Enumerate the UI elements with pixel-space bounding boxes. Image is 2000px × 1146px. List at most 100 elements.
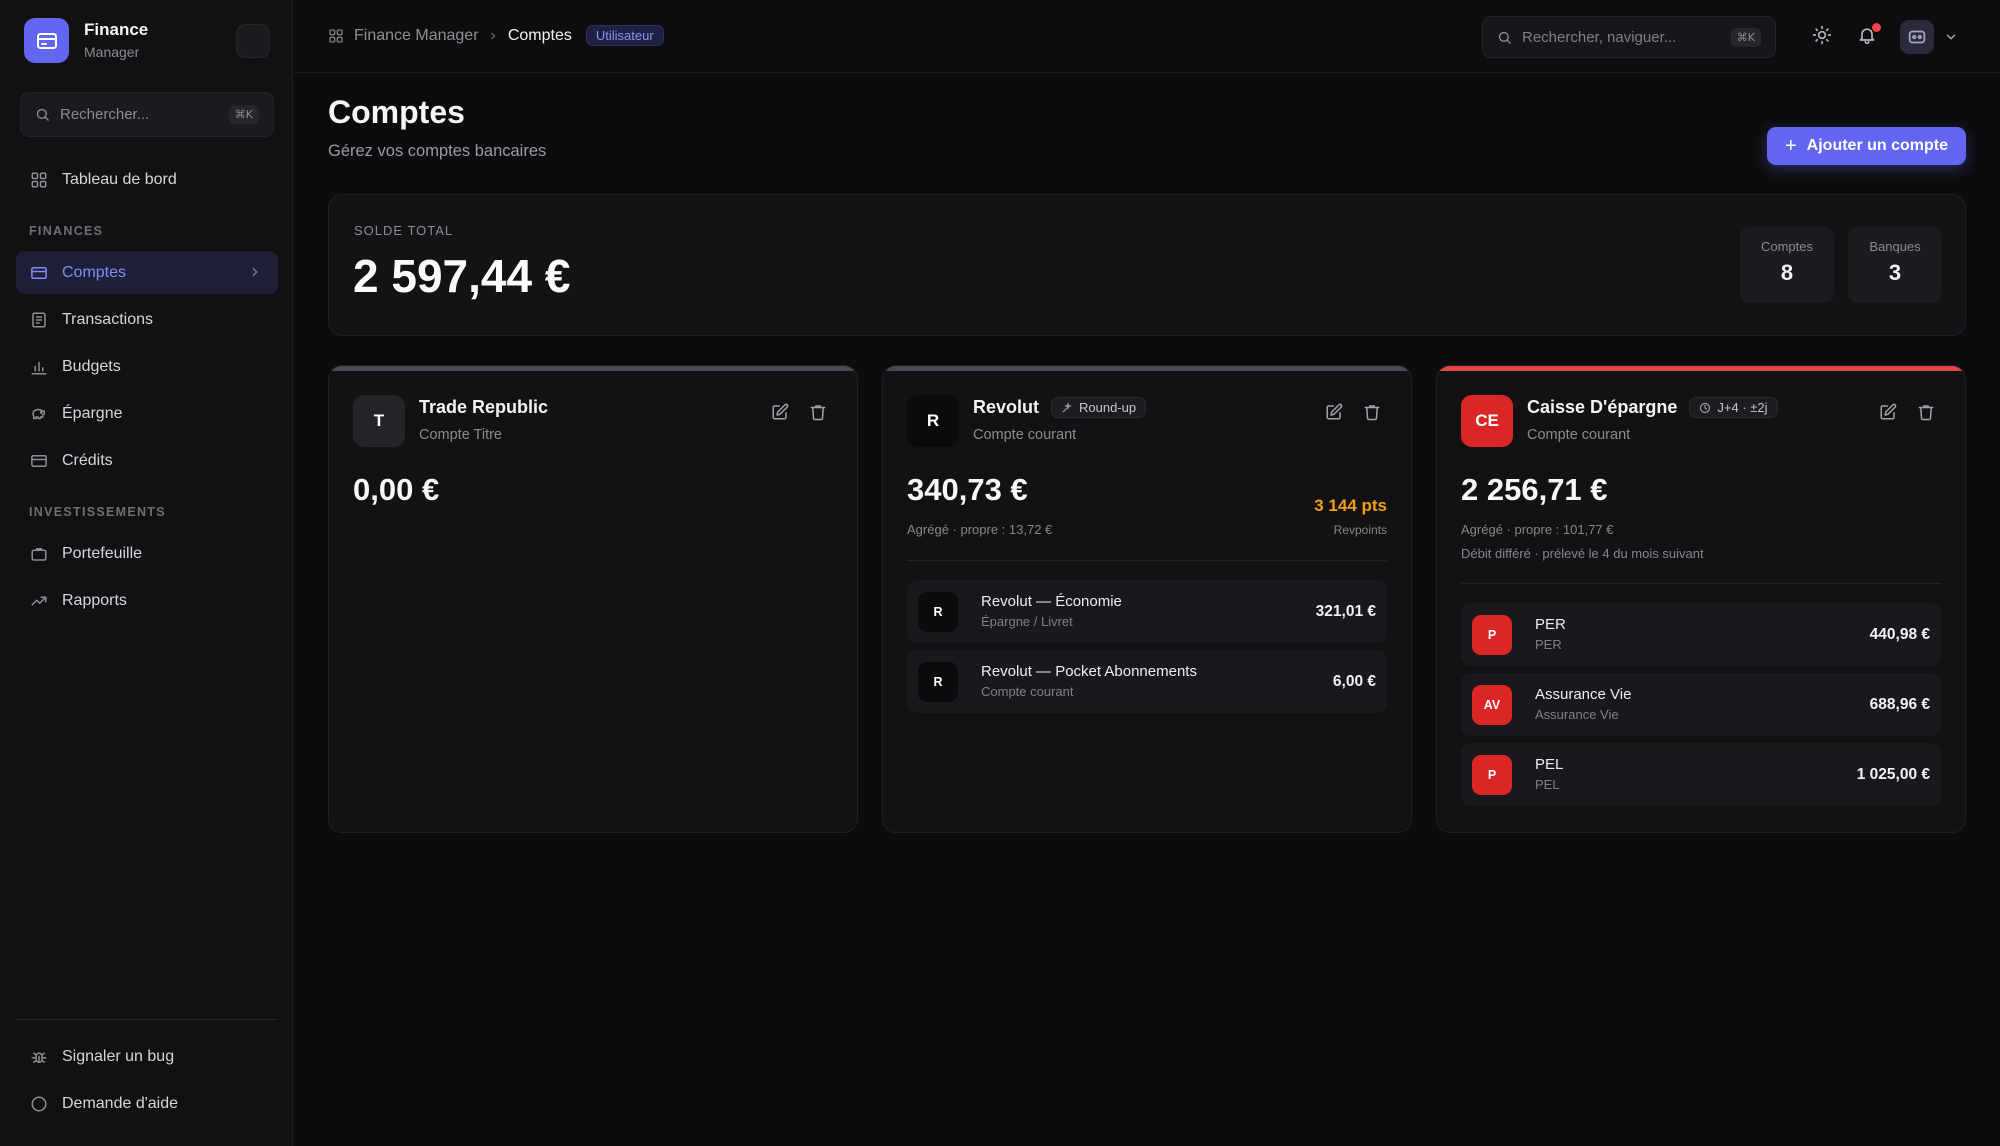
sub-account-logo: P xyxy=(1472,754,1512,795)
sub-account-name: PEL xyxy=(1535,756,1564,773)
edit-icon[interactable] xyxy=(1325,403,1343,421)
deferred-debit-chip: J+4 · ±2j xyxy=(1689,397,1778,418)
sidebar-item-label: Rapports xyxy=(62,591,127,609)
page-title: Comptes xyxy=(328,94,465,130)
account-card-trade-republic[interactable]: T Trade Republic Compte Titre 0,00 € xyxy=(328,365,858,833)
sidebar-item-portefeuille[interactable]: Portefeuille xyxy=(16,532,278,575)
account-name: Caisse D'épargne J+4 · ±2j xyxy=(1527,397,1778,418)
briefcase-icon xyxy=(30,545,48,563)
divider xyxy=(907,560,1387,561)
aggregate-info: Agrégé · propre : 13,72 € xyxy=(907,522,1053,537)
accounts-count-stat: Comptes 8 xyxy=(1740,227,1834,303)
page-subtitle: Gérez vos comptes bancaires xyxy=(328,142,547,160)
chevron-right-icon: › xyxy=(490,26,496,44)
report-bug-button[interactable]: Signaler un bug xyxy=(16,1035,278,1078)
avatar[interactable] xyxy=(1900,20,1934,54)
deferred-debit-info: Débit différé · prélevé le 4 du mois sui… xyxy=(1461,546,1704,561)
sub-account-row[interactable]: P PEL PEL 1 025,00 € xyxy=(1461,743,1941,806)
account-card-revolut[interactable]: R Revolut Round-up Compte courant 340,73… xyxy=(882,365,1412,833)
account-type: Compte courant xyxy=(1527,427,1631,443)
global-search-input[interactable]: Rechercher, naviguer... ⌘K xyxy=(1482,16,1776,58)
plus-icon: + xyxy=(1784,135,1797,157)
sidebar-item-rapports[interactable]: Rapports xyxy=(16,579,278,622)
sidebar-item-comptes[interactable]: Comptes xyxy=(16,251,278,294)
trash-icon[interactable] xyxy=(1917,403,1935,421)
chevron-right-icon xyxy=(248,265,262,279)
sub-account-row[interactable]: P PER PER 440,98 € xyxy=(1461,603,1941,666)
account-type: Compte courant xyxy=(973,427,1077,443)
search-shortcut: ⌘K xyxy=(1730,27,1761,47)
account-card-caisse-depargne[interactable]: CE Caisse D'épargne J+4 · ±2j Compte cou… xyxy=(1436,365,1966,833)
account-color-stripe xyxy=(1437,366,1965,371)
sidebar-item-budgets[interactable]: Budgets xyxy=(16,345,278,388)
section-finances: FINANCES xyxy=(29,224,104,238)
chevron-down-icon[interactable] xyxy=(1944,30,1958,44)
role-badge: Utilisateur xyxy=(585,25,664,46)
account-name: Revolut Round-up xyxy=(973,397,1147,418)
sub-account-row[interactable]: AV Assurance Vie Assurance Vie 688,96 € xyxy=(1461,673,1941,736)
search-icon xyxy=(35,107,50,122)
account-balance: 340,73 € xyxy=(907,472,1028,507)
breadcrumb: Finance Manager › Comptes Utilisateur xyxy=(328,25,664,46)
sidebar-item-label: Crédits xyxy=(62,451,113,469)
search-icon xyxy=(1497,30,1512,45)
edit-icon[interactable] xyxy=(1879,403,1897,421)
wallet-icon xyxy=(24,18,69,63)
bug-icon xyxy=(30,1048,48,1066)
account-balance: 2 256,71 € xyxy=(1461,472,1608,507)
account-name-text: Trade Republic xyxy=(419,397,549,417)
brand[interactable]: Finance Manager xyxy=(24,18,148,63)
sub-account-logo: P xyxy=(1472,614,1512,655)
add-account-button[interactable]: + Ajouter un compte xyxy=(1767,127,1966,165)
credit-card-icon xyxy=(30,452,48,470)
clock-icon xyxy=(1699,402,1711,414)
account-color-stripe xyxy=(883,366,1411,371)
account-color-stripe xyxy=(329,366,857,371)
help-request-button[interactable]: Demande d'aide xyxy=(16,1082,278,1125)
sub-account-logo: R xyxy=(918,591,958,632)
sub-account-name: Assurance Vie xyxy=(1535,686,1632,703)
bank-logo: CE xyxy=(1461,395,1513,447)
notification-dot xyxy=(1872,23,1881,32)
sub-account-name: Revolut — Pocket Abonnements xyxy=(981,663,1197,680)
sidebar-item-label: Épargne xyxy=(62,404,123,422)
sidebar: Finance Manager Rechercher... ⌘K Tableau… xyxy=(0,0,293,1146)
receipt-icon xyxy=(30,311,48,329)
bank-logo: R xyxy=(907,395,959,447)
brand-subtitle: Manager xyxy=(84,44,140,60)
sidebar-item-dashboard[interactable]: Tableau de bord xyxy=(16,158,278,201)
aggregate-info: Agrégé · propre : 101,77 € xyxy=(1461,522,1614,537)
edit-icon[interactable] xyxy=(771,403,789,421)
sidebar-search-input[interactable]: Rechercher... ⌘K xyxy=(20,92,274,137)
report-bug-label: Signaler un bug xyxy=(62,1047,175,1065)
divider xyxy=(1461,583,1941,584)
sidebar-item-epargne[interactable]: Épargne xyxy=(16,392,278,435)
sidebar-item-credits[interactable]: Crédits xyxy=(16,439,278,482)
accounts-count-value: 8 xyxy=(1780,260,1794,285)
bar-chart-icon xyxy=(30,358,48,376)
account-name: Trade Republic xyxy=(419,397,548,418)
breadcrumb-current: Comptes xyxy=(507,26,572,44)
sparkle-icon xyxy=(1061,401,1073,414)
grid-icon xyxy=(30,171,48,189)
grid-icon xyxy=(328,28,344,44)
sidebar-toggle-button[interactable] xyxy=(236,24,270,58)
sub-account-row[interactable]: R Revolut — Pocket Abonnements Compte co… xyxy=(907,650,1387,713)
banks-count-value: 3 xyxy=(1888,260,1902,285)
trash-icon[interactable] xyxy=(809,403,827,421)
trending-up-icon xyxy=(30,592,48,610)
sub-account-row[interactable]: R Revolut — Économie Épargne / Livret 32… xyxy=(907,580,1387,643)
accounts-count-label: Comptes xyxy=(1760,239,1814,254)
theme-toggle-sun-icon[interactable] xyxy=(1812,25,1834,47)
sub-account-value: 1 025,00 € xyxy=(1856,765,1930,783)
brand-name: Finance xyxy=(84,20,149,39)
trash-icon[interactable] xyxy=(1363,403,1381,421)
sidebar-item-label: Tableau de bord xyxy=(62,170,177,188)
chip-label: Round-up xyxy=(1079,400,1137,415)
sidebar-item-transactions[interactable]: Transactions xyxy=(16,298,278,341)
top-bar: Finance Manager › Comptes Utilisateur Re… xyxy=(294,0,2000,73)
sub-account-type: Assurance Vie xyxy=(1535,707,1619,722)
sub-account-value: 440,98 € xyxy=(1869,625,1930,643)
breadcrumb-root[interactable]: Finance Manager xyxy=(354,27,479,45)
sub-account-type: Épargne / Livret xyxy=(981,614,1073,629)
